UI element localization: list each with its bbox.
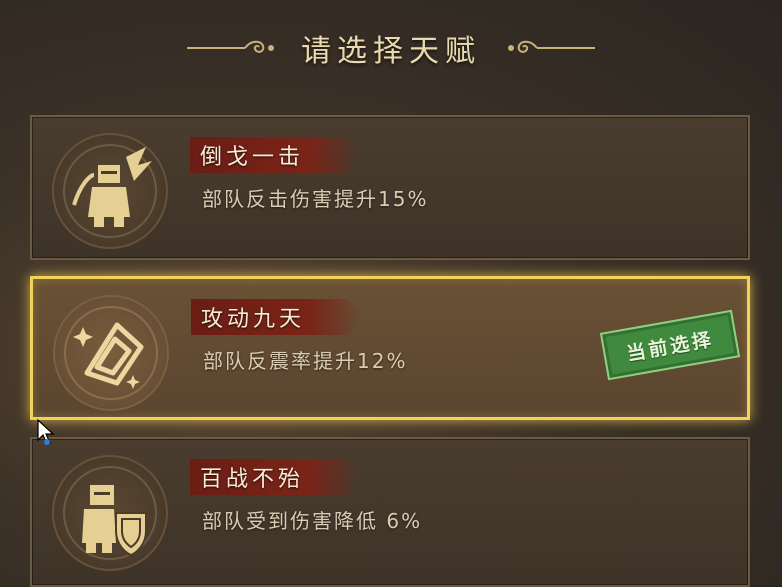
current-selection-label: 当前选择 [625, 328, 716, 365]
talent-description: 部队受到伤害降低 6% [202, 509, 423, 533]
mouse-cursor-icon [37, 418, 55, 445]
ornament-left-icon [187, 40, 274, 53]
talent-name: 百战不殆 [200, 467, 305, 492]
talent-name-banner: 百战不殆 [190, 459, 360, 495]
current-selection-stamp: 当前选择 [599, 309, 741, 381]
ornament-right-icon [508, 40, 595, 53]
talent-name: 倒戈一击 [200, 145, 305, 170]
knight-shield-icon [52, 455, 168, 571]
talent-option-2[interactable]: 攻动九天 部队反震率提升12% 当前选择 [30, 276, 750, 420]
talent-option-1[interactable]: 倒戈一击 部队反击伤害提升15% [30, 115, 750, 260]
page-title: 请选择天赋 [301, 34, 481, 69]
spiral-shield-icon [53, 295, 169, 411]
knight-counter-icon [52, 133, 168, 249]
talent-description: 部队反击伤害提升15% [202, 187, 429, 211]
talent-name-banner: 倒戈一击 [190, 137, 360, 173]
header: 请选择天赋 [0, 18, 782, 78]
talent-description: 部队反震率提升12% [203, 349, 408, 373]
talent-option-3[interactable]: 百战不殆 部队受到伤害降低 6% [30, 437, 750, 587]
talent-name-banner: 攻动九天 [191, 299, 361, 335]
talent-name: 攻动九天 [201, 307, 306, 332]
